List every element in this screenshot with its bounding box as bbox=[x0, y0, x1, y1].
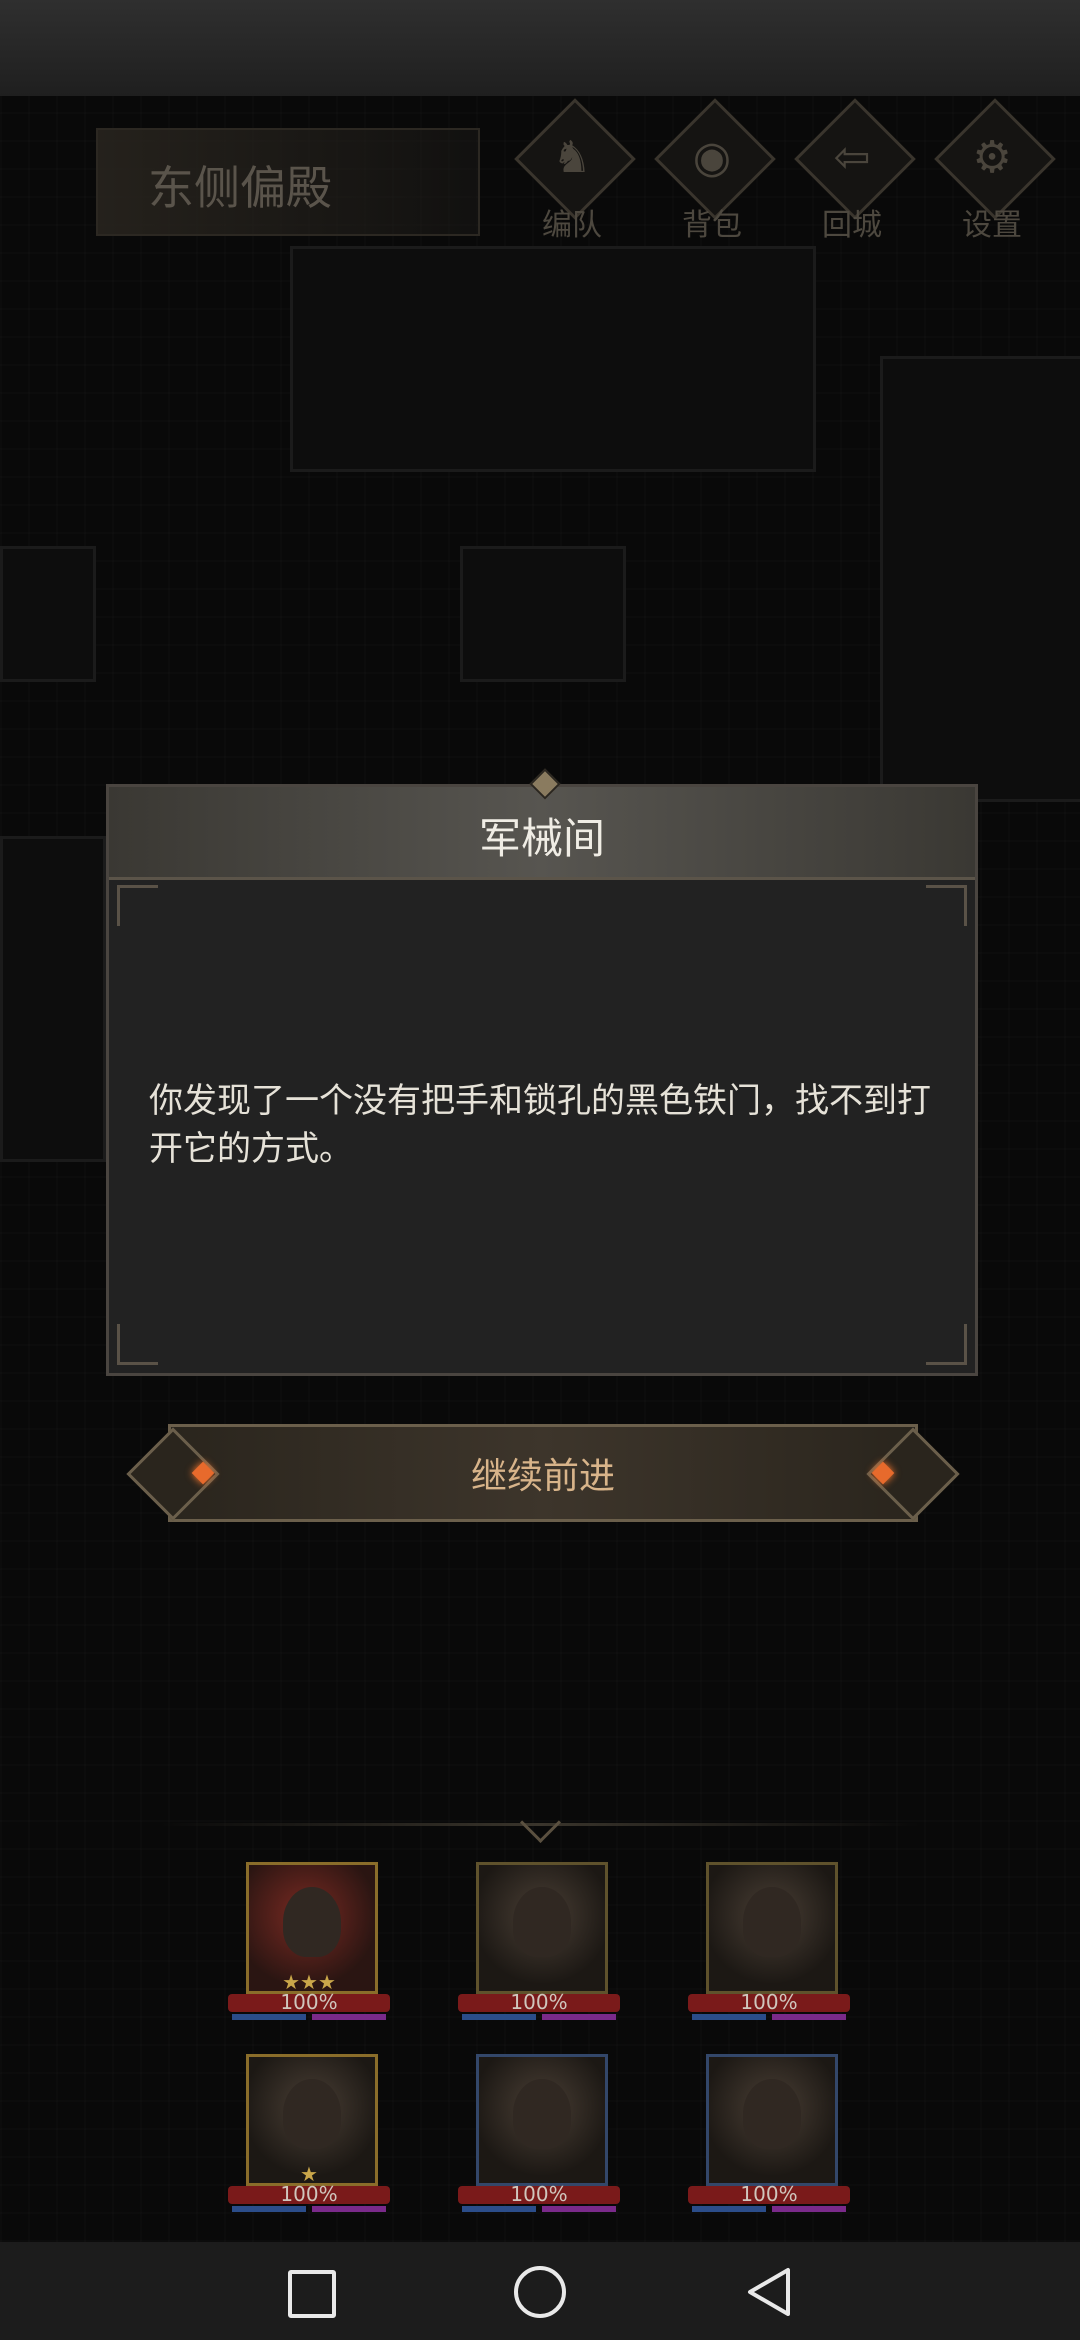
continue-label: 继续前进 bbox=[470, 1456, 615, 1497]
dialog-body-text: 你发现了一个没有把手和锁孔的黑色铁门，找不到打开它的方式。 bbox=[149, 1081, 931, 1169]
gear-icon: ⚙ bbox=[972, 132, 1012, 183]
hp-percent: 100% bbox=[510, 1990, 568, 2014]
event-dialog: 军械间 你发现了一个没有把手和锁孔的黑色铁门，找不到打开它的方式。 bbox=[106, 768, 978, 1376]
location-title: 东侧偏殿 bbox=[148, 161, 332, 215]
home-button[interactable] bbox=[514, 2266, 574, 2318]
triangle-back-icon bbox=[748, 2268, 790, 2316]
hero-card[interactable]: 100% bbox=[688, 1862, 850, 2038]
hero-portrait bbox=[476, 2054, 608, 2186]
return-town-button[interactable]: ⇦ 回城 bbox=[794, 98, 916, 243]
hp-percent: 100% bbox=[510, 2182, 568, 2206]
hero-portrait bbox=[476, 1862, 608, 1994]
circle-icon bbox=[514, 2266, 566, 2318]
hero-card[interactable]: ★★★ 100% bbox=[228, 1862, 390, 2038]
continue-button[interactable]: 继续前进 bbox=[126, 1424, 960, 1522]
mana-bar bbox=[312, 2014, 386, 2020]
return-town-icon: ⇦ bbox=[833, 132, 871, 183]
mana-bar bbox=[542, 2014, 616, 2020]
team-icon: ♞ bbox=[552, 132, 592, 183]
hero-portrait bbox=[706, 1862, 838, 1994]
back-button[interactable] bbox=[744, 2266, 804, 2318]
bag-label: 背包 bbox=[682, 208, 742, 243]
energy-bar bbox=[462, 2206, 536, 2212]
location-plate: 东侧偏殿 bbox=[96, 128, 480, 236]
mana-bar bbox=[312, 2206, 386, 2212]
corner-ornament bbox=[926, 885, 967, 926]
mana-bar bbox=[542, 2206, 616, 2212]
corner-ornament bbox=[117, 1324, 158, 1365]
mana-bar bbox=[772, 2206, 846, 2212]
settings-button[interactable]: ⚙ 设置 bbox=[934, 98, 1056, 243]
hp-percent: 100% bbox=[740, 2182, 798, 2206]
hero-portrait bbox=[706, 2054, 838, 2186]
energy-bar bbox=[692, 2014, 766, 2020]
corner-ornament bbox=[926, 1324, 967, 1365]
team-label: 编队 bbox=[542, 208, 602, 243]
recent-apps-button[interactable] bbox=[280, 2266, 340, 2318]
settings-label: 设置 bbox=[962, 208, 1022, 243]
top-status-strip bbox=[0, 0, 1080, 98]
dialog-header: 军械间 bbox=[109, 787, 975, 880]
energy-bar bbox=[232, 2206, 306, 2212]
hero-card[interactable]: 100% bbox=[458, 2054, 620, 2230]
energy-bar bbox=[232, 2014, 306, 2020]
team-button[interactable]: ♞ 编队 bbox=[514, 98, 636, 243]
corner-ornament bbox=[117, 885, 158, 926]
mana-bar bbox=[772, 2014, 846, 2020]
system-nav-bar bbox=[0, 2242, 1080, 2340]
hp-percent: 100% bbox=[740, 1990, 798, 2014]
square-icon bbox=[288, 2270, 336, 2318]
hero-card[interactable]: 100% bbox=[458, 1862, 620, 2038]
dialog-title: 军械间 bbox=[478, 814, 605, 863]
bag-button[interactable]: ◉ 背包 bbox=[654, 98, 776, 243]
energy-bar bbox=[462, 2014, 536, 2020]
hero-card[interactable]: ★ 100% bbox=[228, 2054, 390, 2230]
hp-percent: 100% bbox=[280, 1990, 338, 2014]
energy-bar bbox=[692, 2206, 766, 2212]
bag-icon: ◉ bbox=[692, 132, 732, 183]
hp-percent: 100% bbox=[280, 2182, 338, 2206]
hero-card[interactable]: 100% bbox=[688, 2054, 850, 2230]
return-town-label: 回城 bbox=[822, 208, 882, 243]
